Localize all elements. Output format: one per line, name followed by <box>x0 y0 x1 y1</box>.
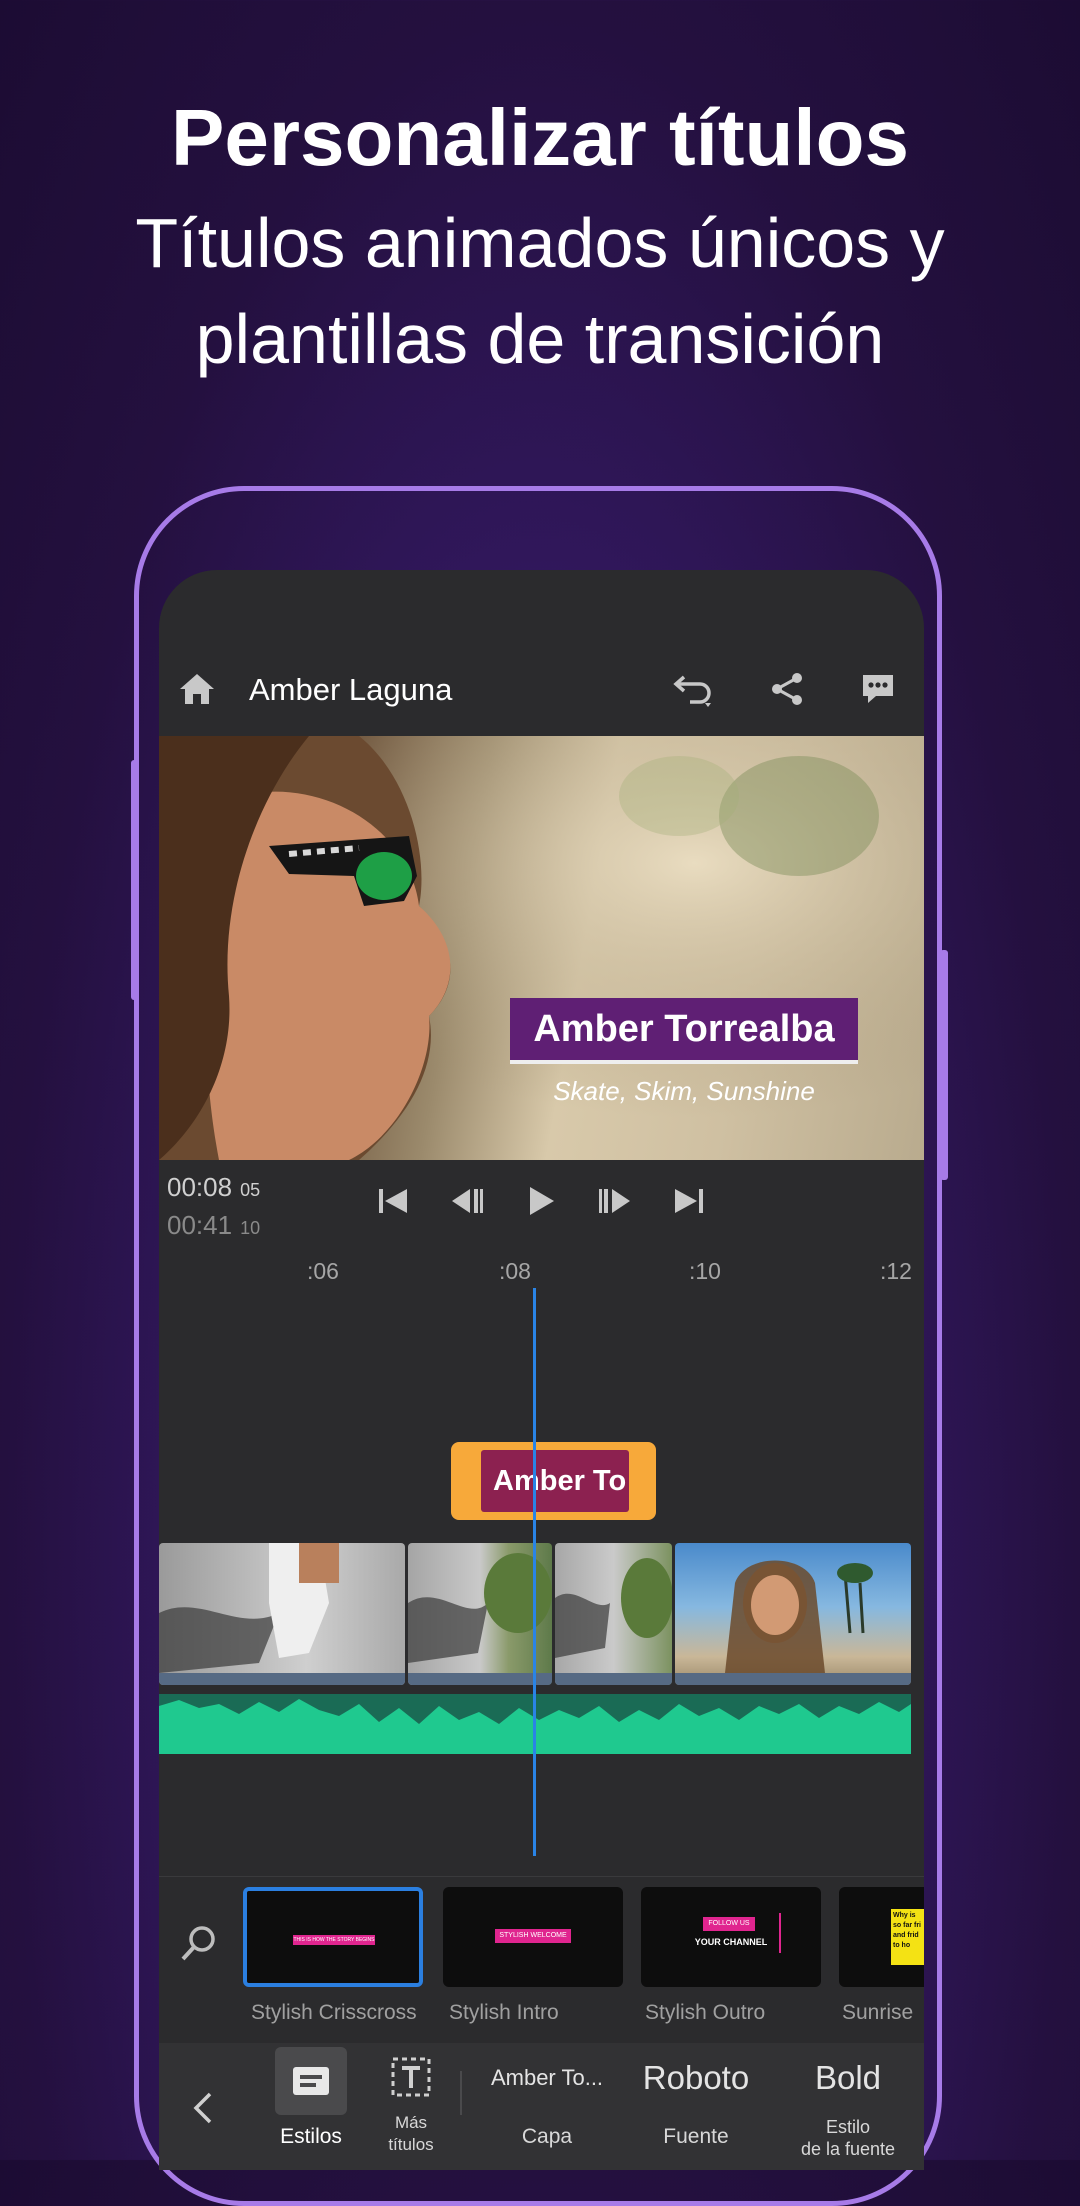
mas-titulos-label-1: Más <box>394 2113 428 2132</box>
style-thumb-crisscross[interactable]: THIS IS HOW THE STORY BEGINS <box>243 1887 423 1987</box>
capa-control[interactable]: Amber To... Capa <box>477 2043 617 2170</box>
thumb-accent-line <box>779 1913 781 1953</box>
video-clip[interactable] <box>675 1543 911 1685</box>
bottom-toolbar: Estilos Más títulos Amber To... Capa Rob… <box>159 2043 924 2170</box>
search-icon[interactable] <box>175 1919 223 1967</box>
preview-subtitle-text[interactable]: Skate, Skim, Sunshine <box>510 1076 858 1107</box>
skip-to-start-icon[interactable] <box>373 1181 413 1221</box>
video-clip[interactable] <box>555 1543 672 1685</box>
fuente-value: Roboto <box>642 2059 750 2096</box>
estilo-value: Bold <box>814 2059 882 2096</box>
promo-subline-2: plantillas de transición <box>195 300 885 378</box>
style-label[interactable]: Stylish Outro <box>645 2001 765 2025</box>
toolbar-divider <box>460 2071 462 2115</box>
thumb-text: THIS IS HOW THE STORY BEGINS <box>293 1935 375 1945</box>
project-title[interactable]: Amber Laguna <box>249 672 452 708</box>
style-thumb-intro[interactable]: STYLISH WELCOME <box>443 1887 623 1987</box>
estilos-tab[interactable]: Estilos <box>271 2043 351 2170</box>
step-back-icon[interactable] <box>447 1181 487 1221</box>
estilo-label-2: de la fuente <box>800 2139 896 2159</box>
capa-label: Capa <box>521 2125 573 2148</box>
style-label[interactable]: Sunrise <box>842 2001 913 2025</box>
share-icon[interactable] <box>765 667 809 711</box>
comment-icon[interactable] <box>856 667 900 711</box>
current-time: 00:08 <box>167 1172 233 1202</box>
current-timecode: 00:08 05 <box>167 1172 260 1203</box>
promo-headline: Personalizar títulos <box>171 93 909 182</box>
estilo-fuente-control[interactable]: Bold Estilo de la fuente <box>773 2043 923 2170</box>
app-screen: Amber Laguna Amber Torrealba Skate, Skim… <box>159 570 924 2170</box>
thumb-text: FOLLOW US <box>703 1917 755 1931</box>
step-forward-icon[interactable] <box>595 1181 635 1221</box>
skip-to-end-icon[interactable] <box>669 1181 709 1221</box>
estilos-label: Estilos <box>280 2125 342 2148</box>
current-frames: 05 <box>240 1180 261 1200</box>
thumb-text: STYLISH WELCOME <box>495 1929 571 1943</box>
estilo-label-1: Estilo <box>825 2117 870 2137</box>
total-frames: 10 <box>240 1218 261 1238</box>
total-timecode: 00:41 10 <box>167 1210 260 1241</box>
capa-value: Amber To... <box>490 2065 604 2090</box>
ruler-tick: :08 <box>499 1258 531 1284</box>
back-chevron-icon[interactable] <box>183 2083 223 2133</box>
home-icon[interactable] <box>175 667 219 711</box>
style-thumb-sunrise[interactable]: Why is so far fri and frid to ho <box>839 1887 924 1987</box>
fuente-label: Fuente <box>663 2125 729 2148</box>
undo-icon[interactable] <box>669 667 719 711</box>
total-time: 00:41 <box>167 1210 233 1240</box>
mas-titulos-tab[interactable]: Más títulos <box>371 2043 451 2170</box>
phone-side-button-right <box>940 950 948 1180</box>
video-clip[interactable] <box>159 1543 405 1685</box>
title-clip-label: Amber To <box>481 1450 629 1512</box>
ruler-tick: :10 <box>689 1258 721 1284</box>
style-thumb-outro[interactable]: FOLLOW US YOUR CHANNEL <box>641 1887 821 1987</box>
thumb-text-2: YOUR CHANNEL <box>694 1937 768 1947</box>
style-label[interactable]: Stylish Intro <box>449 2001 559 2025</box>
ruler-tick: :12 <box>880 1258 912 1284</box>
style-label[interactable]: Stylish Crisscross <box>251 2001 417 2025</box>
styles-panel: THIS IS HOW THE STORY BEGINS STYLISH WEL… <box>159 1876 924 2041</box>
thumb-text: Why is so far fri and frid to ho <box>891 1909 924 1965</box>
ruler-tick: :06 <box>307 1258 339 1284</box>
play-icon[interactable] <box>521 1181 561 1221</box>
preview-title-text[interactable]: Amber Torrealba <box>510 998 858 1064</box>
phone-side-button-left <box>131 760 139 1000</box>
promo-subline-1: Títulos animados únicos y <box>135 204 945 282</box>
mas-titulos-label-2: títulos <box>388 2135 434 2154</box>
estilos-icon <box>275 2047 347 2115</box>
more-titles-icon <box>387 2053 435 2101</box>
video-preview[interactable]: Amber Torrealba Skate, Skim, Sunshine <box>159 736 924 1160</box>
video-clip[interactable] <box>408 1543 552 1685</box>
promo-subline: Títulos animados únicos y plantillas de … <box>0 195 1080 387</box>
playhead[interactable] <box>533 1288 536 1856</box>
timeline-title-clip[interactable]: Amber To <box>451 1442 656 1520</box>
fuente-control[interactable]: Roboto Fuente <box>621 2043 771 2170</box>
